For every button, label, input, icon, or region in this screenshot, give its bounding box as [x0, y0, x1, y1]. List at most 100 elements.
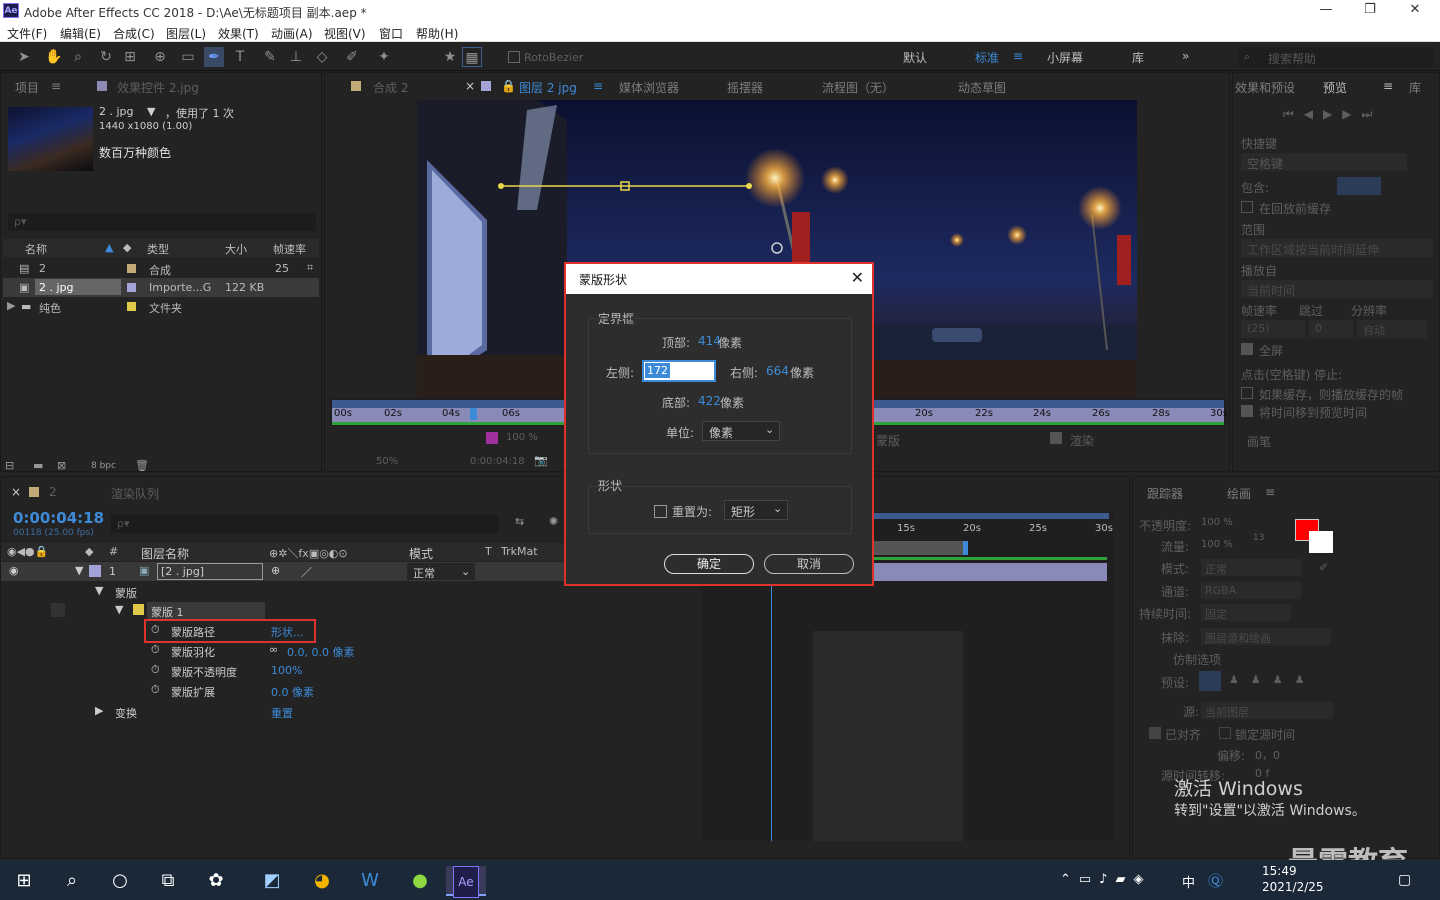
- quality-switch-icon[interactable]: ／: [301, 564, 312, 580]
- list-item[interactable]: ▶ ▬ 纯色 文件夹: [3, 297, 319, 316]
- menu-file[interactable]: 文件(F): [7, 25, 47, 42]
- left-input[interactable]: 172: [642, 360, 716, 382]
- mode-dropdown[interactable]: 正常: [1201, 559, 1301, 576]
- rotate-tool-icon[interactable]: ↻: [96, 47, 116, 67]
- tab-brushes[interactable]: 画笔: [1247, 433, 1271, 450]
- source-dropdown[interactable]: 当前图层: [1201, 702, 1333, 719]
- tab-wiggler[interactable]: 摇摆器: [727, 79, 763, 96]
- lock-icon[interactable]: 🔒: [501, 79, 516, 93]
- layer-mode-dropdown[interactable]: 正常: [413, 565, 435, 581]
- camera-snapshot-icon[interactable]: 📷: [534, 454, 548, 467]
- bottom-value[interactable]: 422: [698, 394, 721, 408]
- clone-presets-icons[interactable]: ♟♟♟♟: [1229, 673, 1316, 686]
- new-folder-icon[interactable]: ▬: [33, 459, 43, 472]
- workspace-standard[interactable]: 标准: [975, 49, 999, 66]
- tab-flowchart[interactable]: 流程图（无）: [822, 79, 894, 96]
- menu-view[interactable]: 视图(V): [324, 25, 366, 42]
- clone-preset-1[interactable]: [1199, 671, 1221, 691]
- transform-reset-link[interactable]: 重置: [271, 705, 293, 721]
- comp-flowchart-icon[interactable]: ⇆: [515, 515, 524, 528]
- windows-start-icon[interactable]: ⊞: [4, 866, 44, 896]
- expand-arrow-icon[interactable]: ▶: [7, 299, 15, 312]
- duration-dropdown[interactable]: 固定: [1201, 604, 1291, 621]
- property-value[interactable]: 100%: [271, 664, 302, 677]
- bpc-button[interactable]: 8 bpc: [91, 461, 116, 471]
- playhead-marker[interactable]: [470, 408, 477, 420]
- tab-effects-presets[interactable]: 效果和预设: [1235, 79, 1295, 96]
- col-size[interactable]: 大小: [225, 241, 247, 257]
- tab-media-browser[interactable]: 媒体浏览器: [619, 79, 679, 96]
- eyedropper-icon[interactable]: ✐: [1319, 561, 1328, 574]
- shy-switch-icon[interactable]: ⊕: [271, 564, 280, 577]
- rotobezier-checkbox[interactable]: [508, 51, 520, 63]
- rect-tool-icon[interactable]: ▭: [178, 47, 198, 67]
- collapse-arrow-icon[interactable]: ▼: [95, 584, 103, 597]
- clone-stamp-tool-icon[interactable]: ⊥: [286, 47, 306, 67]
- offset-value[interactable]: 0，0: [1255, 747, 1280, 763]
- table-row[interactable]: ⏱ 蒙版扩展 0.0 像素: [1, 681, 701, 700]
- zoom-tool-icon[interactable]: ⌕: [68, 47, 88, 67]
- zoom-dropdown[interactable]: 50%: [376, 456, 398, 467]
- reset-checkbox[interactable]: [654, 505, 667, 518]
- col-layer-name[interactable]: 图层名称: [141, 545, 189, 562]
- text-tool-icon[interactable]: T: [230, 47, 250, 67]
- table-row[interactable]: ⏱ 蒙版不透明度 100%: [1, 661, 701, 680]
- link-icon[interactable]: ∞: [269, 643, 278, 656]
- workspace-default[interactable]: 默认: [903, 49, 927, 66]
- work-area-bar[interactable]: [871, 513, 1109, 519]
- chrome-icon[interactable]: ◕: [302, 866, 342, 896]
- list-item[interactable]: ▤ 2 合成 25 ⌗: [3, 259, 319, 278]
- cache-checkbox[interactable]: [1241, 201, 1253, 213]
- timeline-search-input[interactable]: ρ▾: [111, 515, 499, 533]
- col-mode[interactable]: 模式: [409, 545, 433, 562]
- notification-icon[interactable]: ▢: [1398, 872, 1411, 888]
- close-window-button[interactable]: ✕: [1395, 2, 1435, 20]
- shortcut-dropdown[interactable]: 空格键: [1241, 153, 1407, 171]
- menu-window[interactable]: 窗口: [379, 25, 403, 42]
- workspace-library[interactable]: 库: [1132, 49, 1144, 66]
- property-value[interactable]: 0.0 像素: [271, 684, 314, 700]
- reset-shape-dropdown[interactable]: 矩形 ⌄: [724, 500, 788, 520]
- ok-button[interactable]: 确定: [664, 554, 754, 574]
- puppet-tool-icon[interactable]: ✦: [374, 47, 394, 67]
- stopwatch-icon[interactable]: ⏱: [151, 663, 160, 677]
- channel-dropdown[interactable]: RGBA: [1201, 582, 1301, 599]
- table-row[interactable]: ▼ 蒙版 1: [1, 601, 701, 620]
- resolution-dropdown[interactable]: 自动: [1357, 320, 1427, 338]
- fullscreen-checkbox[interactable]: [1241, 343, 1253, 355]
- stop-option1-checkbox[interactable]: [1241, 387, 1253, 399]
- range-dropdown[interactable]: 工作区域按当前时间延伸: [1241, 239, 1433, 257]
- workspace-menu-icon[interactable]: ≡: [1013, 49, 1023, 63]
- tab-effect-controls[interactable]: 效果控件 2.jpg: [117, 79, 199, 96]
- col-type[interactable]: 类型: [147, 241, 169, 257]
- eraser-tool-icon[interactable]: ◇: [312, 47, 332, 67]
- tab-motion-sketch[interactable]: 动态草图: [958, 79, 1006, 96]
- dialog-close-button[interactable]: ✕: [851, 268, 864, 287]
- notes-app-icon[interactable]: ◩: [252, 866, 292, 896]
- list-item[interactable]: ▣ 2 . jpg Importe...G 122 KB: [3, 278, 319, 297]
- dropdown-arrow-icon[interactable]: ▼: [147, 105, 155, 118]
- clock-date[interactable]: 2021/2/25: [1262, 880, 1324, 894]
- after-effects-taskbar-icon[interactable]: Ae: [446, 866, 486, 898]
- background-color-swatch[interactable]: [1309, 531, 1333, 553]
- workspace-small-screen[interactable]: 小屏幕: [1047, 49, 1083, 66]
- menu-effect[interactable]: 效果(T): [218, 25, 259, 42]
- layer-name[interactable]: [2 . jpg]: [161, 565, 204, 578]
- render-checkbox[interactable]: [1050, 432, 1062, 444]
- qq-icon[interactable]: Ⓠ: [1208, 870, 1223, 891]
- flowchart-icon[interactable]: ⌗: [307, 261, 313, 275]
- cortana-icon[interactable]: ○: [100, 866, 140, 896]
- close-tab-icon[interactable]: ×: [11, 485, 21, 499]
- help-search[interactable]: ⌕ 搜索帮助: [1238, 47, 1434, 67]
- menu-composition[interactable]: 合成(C): [113, 25, 155, 42]
- menu-animation[interactable]: 动画(A): [271, 25, 313, 42]
- draft-3d-icon[interactable]: ✺: [549, 515, 558, 528]
- flow-value[interactable]: 100 %: [1201, 539, 1233, 550]
- expand-arrow-icon[interactable]: ▶: [95, 704, 103, 717]
- snapping-toggle-icon[interactable]: ▦: [462, 47, 482, 67]
- pan-behind-tool-icon[interactable]: ⊕: [150, 47, 170, 67]
- tab-render-queue[interactable]: 渲染队列: [111, 485, 159, 502]
- collapse-arrow-icon[interactable]: ▼: [115, 603, 123, 616]
- snap-icon[interactable]: ★: [440, 47, 460, 67]
- timecode[interactable]: 0:00:04:18: [13, 509, 104, 527]
